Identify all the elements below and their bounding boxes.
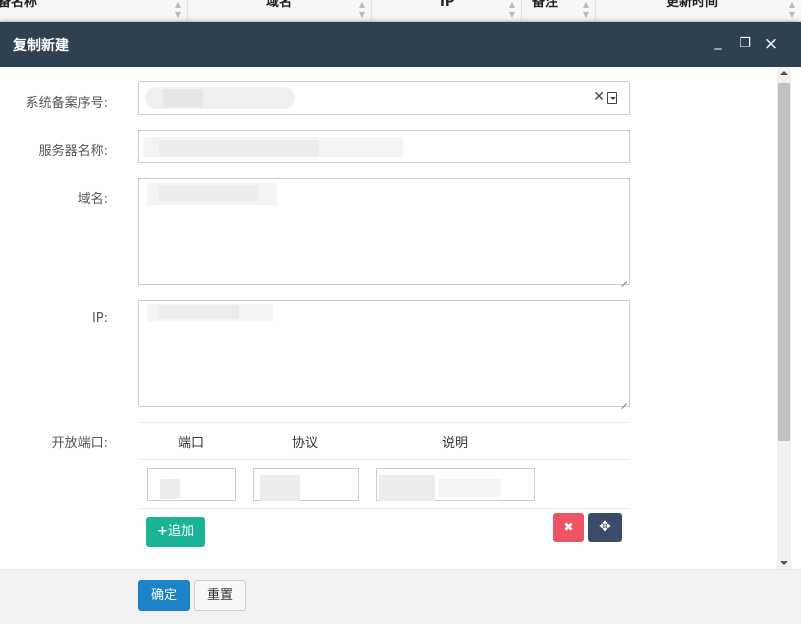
redacted-value	[160, 479, 180, 499]
domain-label: 域名:	[77, 192, 108, 207]
redacted-value	[439, 479, 501, 497]
divider	[138, 422, 630, 423]
bg-col-name[interactable]: 备名称 ▲ ▼	[0, 0, 188, 22]
ports-header-protocol: 协议	[292, 436, 319, 451]
dialog-body: 系统备案序号: ✕ 服务器名称: 域名: IP: 开放端口: 端口 协议 说明 …	[0, 67, 801, 569]
copy-new-dialog: 复制新建 _ ❐ × 系统备案序号: ✕ 服务器名称: 域名: IP: 开放端口…	[0, 22, 801, 624]
minimize-icon[interactable]: _	[710, 34, 726, 50]
protocol-input[interactable]	[253, 468, 359, 501]
sort-icon: ▲ ▼	[582, 0, 589, 19]
maximize-icon[interactable]: ❐	[737, 36, 753, 52]
system-record-label: 系统备案序号:	[25, 96, 108, 111]
scroll-down-icon[interactable]	[780, 561, 788, 565]
redacted-value	[159, 140, 319, 156]
redacted-value	[163, 89, 203, 107]
server-name-label: 服务器名称:	[38, 144, 108, 159]
background-table-header: 备名称 ▲ ▼ 域名 ▲ ▼ IP ▲ ▼ 备注 ▲ ▼ 更新时间 ▲ ▼	[0, 0, 801, 22]
redacted-value	[159, 185, 259, 201]
bg-col-remark[interactable]: 备注 ▲ ▼	[522, 0, 596, 22]
system-record-select[interactable]: ✕	[138, 81, 630, 115]
redacted-value	[379, 475, 435, 501]
close-icon[interactable]: ×	[763, 36, 779, 53]
dialog-title: 复制新建	[13, 37, 69, 54]
resize-handle-icon[interactable]	[620, 275, 628, 283]
dialog-edge	[791, 67, 801, 569]
sort-icon: ▲ ▼	[508, 0, 515, 19]
vertical-scrollbar[interactable]	[777, 67, 791, 569]
sort-icon: ▲ ▼	[174, 0, 181, 19]
move-row-button[interactable]: ✥	[588, 513, 622, 542]
port-input[interactable]	[147, 468, 236, 501]
reset-button[interactable]: 重置	[194, 580, 246, 611]
bg-col-updated[interactable]: 更新时间 ▲ ▼	[596, 0, 801, 22]
confirm-button[interactable]: 确定	[138, 580, 190, 611]
clear-icon[interactable]: ✕	[593, 90, 605, 104]
ports-header-port: 端口	[178, 436, 205, 451]
server-name-input[interactable]	[138, 130, 630, 163]
sort-icon: ▲ ▼	[358, 0, 365, 19]
description-input[interactable]	[376, 468, 535, 501]
dropdown-caret-icon[interactable]	[607, 92, 617, 104]
divider	[138, 508, 630, 509]
bg-col-ip[interactable]: IP ▲ ▼	[372, 0, 522, 22]
plus-icon: +	[157, 524, 168, 539]
ports-header-description: 说明	[442, 436, 469, 451]
dialog-footer: 确定 重置	[0, 569, 801, 624]
dialog-titlebar[interactable]: 复制新建 _ ❐ ×	[0, 22, 801, 67]
redacted-value	[260, 475, 300, 501]
add-port-button[interactable]: +追加	[146, 517, 205, 547]
resize-handle-icon[interactable]	[620, 397, 628, 405]
redacted-value	[159, 305, 239, 319]
bg-col-domain[interactable]: 域名 ▲ ▼	[188, 0, 372, 22]
ports-label: 开放端口:	[51, 436, 108, 451]
ports-table: 端口 协议 说明	[138, 422, 630, 509]
ip-textarea[interactable]	[138, 300, 630, 407]
divider	[138, 459, 630, 460]
scrollbar-thumb[interactable]	[778, 83, 790, 441]
domain-textarea[interactable]	[138, 178, 630, 285]
delete-row-button[interactable]: ✖	[553, 513, 584, 542]
scroll-up-icon[interactable]	[780, 71, 788, 75]
ip-label: IP:	[91, 311, 108, 326]
sort-icon: ▲ ▼	[788, 0, 795, 19]
